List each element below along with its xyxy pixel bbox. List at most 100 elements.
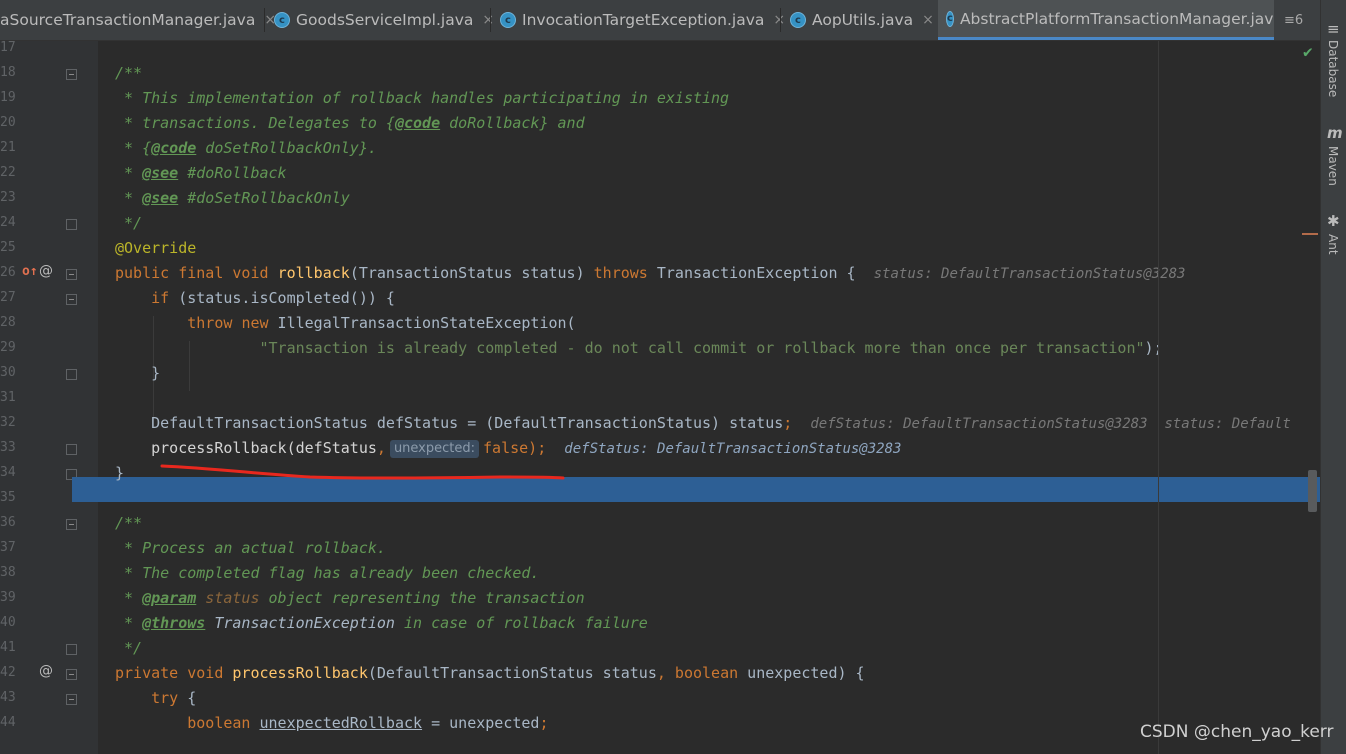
line-number: 41 (0, 640, 16, 655)
annotation-at-icon: @ (39, 663, 53, 679)
line-number: 23 (0, 190, 16, 205)
code-line: * {@code doSetRollbackOnly}. (115, 139, 377, 157)
line-number: 42 (0, 665, 16, 680)
overrides-method-icon[interactable]: o↑ (22, 264, 38, 279)
code-line: /** (115, 514, 143, 532)
tab-label: AopUtils.java (812, 11, 914, 29)
line-number: 38 (0, 565, 16, 580)
line-number: 24 (0, 215, 16, 230)
line-number: 33 (0, 440, 16, 455)
code-line: try { (151, 689, 197, 707)
error-stripe-mark[interactable] (1302, 233, 1318, 235)
class-icon: c (946, 10, 954, 27)
line-number: 39 (0, 590, 16, 605)
line-number: 18 (0, 65, 16, 80)
code-line: boolean unexpectedRollback = unexpected; (187, 714, 549, 732)
code-line: * @throws TransactionException in case o… (115, 614, 648, 632)
annotation-at-icon: @ (39, 263, 53, 279)
code-line: * This implementation of rollback handle… (115, 89, 730, 107)
line-number: 31 (0, 390, 16, 405)
close-icon[interactable]: × (482, 12, 494, 28)
code-line: @Override (115, 239, 197, 257)
debug-value-hint: defStatus: DefaultTransactionStatus@3283… (810, 416, 1291, 432)
line-number: 21 (0, 140, 16, 155)
close-icon[interactable]: × (922, 12, 934, 28)
watermark: CSDN @chen_yao_kerr (1140, 722, 1334, 742)
fold-toggle-icon[interactable] (66, 294, 77, 305)
line-number: 34 (0, 465, 16, 480)
tab-goods-service-impl[interactable]: c GoodsServiceImpl.java × (274, 0, 494, 40)
editor-tab-bar: aSourceTransactionManager.java × c Goods… (0, 0, 1320, 41)
code-line: * Process an actual rollback. (115, 539, 386, 557)
tab-aop-utils[interactable]: c AopUtils.java × (790, 0, 934, 40)
code-line: DefaultTransactionStatus defStatus = (De… (151, 414, 1291, 432)
tab-invocation-target-exception[interactable]: c InvocationTargetException.java × (500, 0, 785, 40)
code-line: } (151, 364, 161, 382)
class-icon: c (790, 12, 806, 28)
code-line: * @see #doRollback (115, 164, 287, 182)
ant-tool-tab[interactable]: Ant (1326, 234, 1340, 255)
fold-toggle-icon[interactable] (66, 669, 77, 680)
code-editor[interactable]: /** * This implementation of rollback ha… (72, 41, 1320, 754)
tab-label: AbstractPlatformTransactionManager.java (959, 9, 1274, 28)
tab-label: GoodsServiceImpl.java (296, 11, 474, 29)
database-tool-tab[interactable]: Database (1326, 40, 1340, 97)
code-line: public final void rollback(TransactionSt… (115, 264, 1186, 282)
code-line: * transactions. Delegates to {@code doRo… (115, 114, 585, 132)
code-line: * @param status object representing the … (115, 589, 585, 607)
class-icon: c (500, 12, 516, 28)
code-line: */ (115, 214, 143, 232)
code-line: /** (115, 64, 143, 82)
maven-tool-tab[interactable]: Maven (1326, 146, 1340, 186)
line-number: 19 (0, 90, 16, 105)
tab-label: aSourceTransactionManager.java (0, 11, 256, 29)
code-line: private void processRollback(DefaultTran… (115, 664, 865, 682)
code-line: * The completed flag has already been ch… (115, 564, 540, 582)
code-line: if (status.isCompleted()) { (151, 289, 395, 307)
line-number: 35 (0, 490, 16, 505)
fold-toggle-icon[interactable] (66, 269, 77, 280)
fold-end-icon[interactable] (66, 444, 77, 455)
red-underline-annotation (160, 464, 565, 480)
line-number: 44 (0, 715, 16, 730)
line-number: 25 (0, 240, 16, 255)
tab-overflow-button[interactable]: ≡6 (1284, 0, 1303, 40)
line-number: 20 (0, 115, 16, 130)
line-number: 36 (0, 515, 16, 530)
line-number: 43 (0, 690, 16, 705)
code-line: * @see #doSetRollbackOnly (115, 189, 350, 207)
line-number-gutter: 17 18 19 20 21 22 23 24 25 26 27 28 29 3… (0, 40, 98, 754)
fold-end-icon[interactable] (66, 369, 77, 380)
line-number: 37 (0, 540, 16, 555)
fold-toggle-icon[interactable] (66, 519, 77, 530)
line-number: 30 (0, 365, 16, 380)
line-number: 27 (0, 290, 16, 305)
line-number: 40 (0, 615, 16, 630)
vertical-scrollbar-thumb[interactable] (1308, 470, 1317, 512)
class-icon: c (274, 12, 290, 28)
line-number: 22 (0, 165, 16, 180)
code-line: */ (115, 639, 143, 657)
tab-label: InvocationTargetException.java (522, 11, 765, 29)
fold-toggle-icon[interactable] (66, 694, 77, 705)
fold-end-icon[interactable] (66, 219, 77, 230)
right-margin-guide (1158, 41, 1159, 754)
database-icon[interactable]: ≡ (1327, 20, 1340, 38)
right-tool-window-bar: ≡ Database m Maven ✱ Ant (1320, 0, 1346, 754)
line-number: 29 (0, 340, 16, 355)
inspection-ok-icon[interactable]: ✔ (1303, 42, 1313, 61)
tab-abstract-platform-transaction-manager[interactable]: c AbstractPlatformTransactionManager.jav… (938, 0, 1274, 40)
line-number: 17 (0, 40, 16, 55)
code-line: "Transaction is already completed - do n… (259, 339, 1163, 357)
line-number: 26 (0, 265, 16, 280)
line-number: 32 (0, 415, 16, 430)
debug-value-hint: defStatus: DefaultTransactionStatus@3283 (564, 441, 902, 457)
tab-datasource-transaction-manager[interactable]: aSourceTransactionManager.java × (0, 0, 276, 40)
ant-icon[interactable]: ✱ (1327, 212, 1340, 230)
maven-icon[interactable]: m (1327, 124, 1343, 142)
line-number: 28 (0, 315, 16, 330)
fold-end-icon[interactable] (66, 644, 77, 655)
code-line: } (115, 464, 125, 482)
code-line: throw new IllegalTransactionStateExcepti… (187, 314, 576, 332)
fold-toggle-icon[interactable] (66, 69, 77, 80)
